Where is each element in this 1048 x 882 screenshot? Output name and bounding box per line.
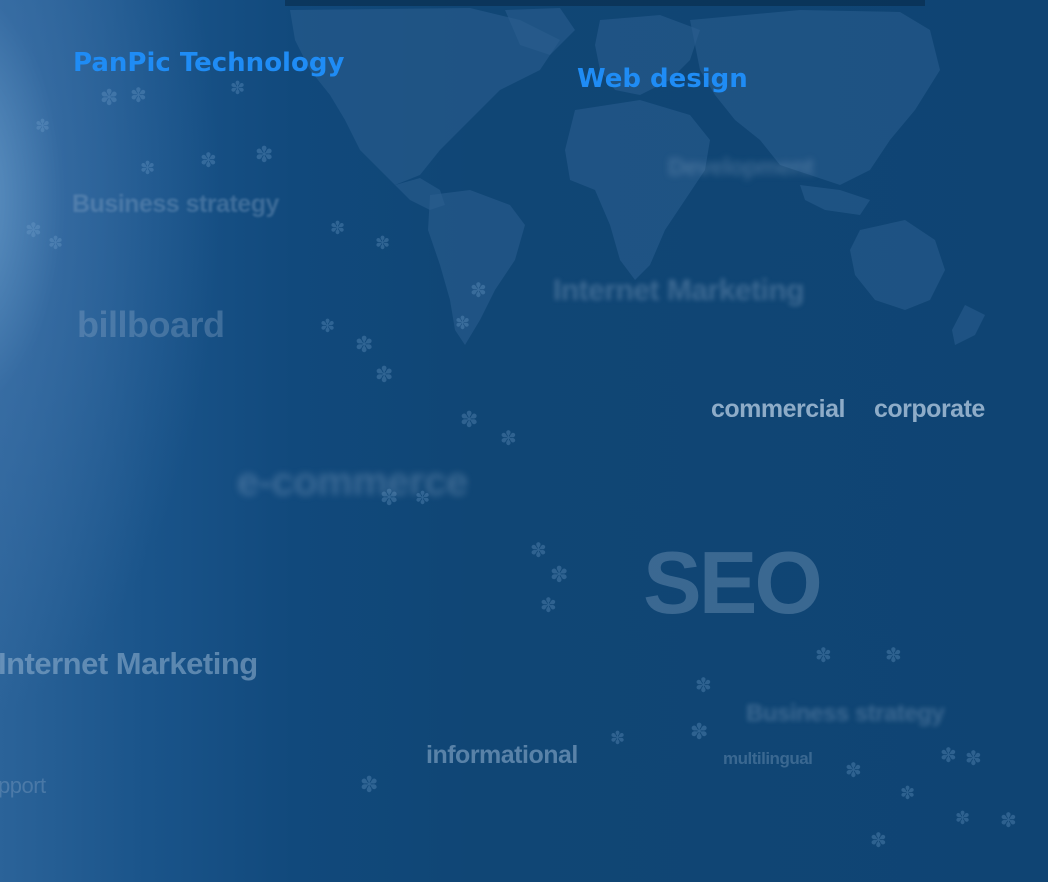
flower-icon: ✽ bbox=[375, 233, 391, 254]
flower-icon: ✽ bbox=[355, 333, 374, 358]
flower-icon: ✽ bbox=[200, 148, 217, 172]
keyword-internet-marketing-blurred: Internet Marketing bbox=[553, 274, 805, 307]
flower-icon: ✽ bbox=[965, 746, 982, 770]
flower-icon: ✽ bbox=[550, 563, 569, 588]
keyword-multilingual: multilingual bbox=[723, 749, 813, 768]
flower-icon: ✽ bbox=[100, 86, 119, 111]
flower-icon: ✽ bbox=[540, 593, 557, 617]
flower-icon: ✽ bbox=[870, 828, 887, 852]
flower-icon: ✽ bbox=[940, 743, 957, 767]
keyword-ecommerce-blurred: e-commerce bbox=[237, 460, 468, 504]
flower-icon: ✽ bbox=[25, 218, 42, 242]
flower-icon: ✽ bbox=[955, 808, 971, 829]
flower-icon: ✽ bbox=[375, 363, 394, 388]
flower-icon: ✽ bbox=[360, 773, 379, 798]
flower-icon: ✽ bbox=[255, 143, 274, 168]
keyword-informational: informational bbox=[426, 741, 578, 769]
web-design-link[interactable]: Web design bbox=[577, 64, 748, 94]
flower-icon: ✽ bbox=[48, 233, 64, 254]
flower-icon: ✽ bbox=[470, 278, 487, 302]
flower-icon: ✽ bbox=[610, 728, 626, 749]
flower-icon: ✽ bbox=[500, 426, 517, 450]
flower-icon: ✽ bbox=[695, 673, 712, 697]
australia-shape bbox=[850, 220, 945, 310]
keyword-support: pport bbox=[0, 773, 46, 798]
flower-icon: ✽ bbox=[885, 643, 902, 667]
hero-banner: ✽ ✽ ✽ ✽ ✽ ✽ ✽ ✽ ✽ ✽ ✽ ✽ ✽ ✽ ✽ ✽ ✽ ✽ ✽ ✽ … bbox=[0, 0, 1048, 882]
flower-icon: ✽ bbox=[230, 78, 246, 99]
keyword-internet-marketing: Internet Marketing bbox=[0, 646, 258, 681]
flower-icon: ✽ bbox=[1000, 808, 1017, 832]
southeast-asia-shape bbox=[800, 185, 870, 215]
flower-icon: ✽ bbox=[455, 313, 471, 334]
keyword-commercial: commercial bbox=[711, 395, 845, 423]
flower-icon: ✽ bbox=[690, 720, 709, 745]
flower-icon: ✽ bbox=[900, 783, 916, 804]
flower-icon: ✽ bbox=[815, 643, 832, 667]
flower-icon: ✽ bbox=[35, 116, 51, 137]
africa-shape bbox=[565, 100, 710, 280]
keyword-business-strategy-blurred: Business strategy bbox=[746, 700, 945, 727]
flower-icon: ✽ bbox=[530, 538, 547, 562]
keyword-billboard: billboard bbox=[77, 304, 225, 345]
flower-icon: ✽ bbox=[330, 218, 346, 239]
flower-icon: ✽ bbox=[845, 758, 862, 782]
brand-link[interactable]: PanPic Technology bbox=[73, 48, 344, 78]
new-zealand-shape bbox=[952, 305, 985, 345]
keyword-development: Development bbox=[668, 154, 814, 181]
flower-icon: ✽ bbox=[320, 316, 336, 337]
south-america-shape bbox=[428, 190, 525, 345]
keyword-seo: SEO bbox=[643, 533, 823, 632]
flower-icon: ✽ bbox=[130, 83, 147, 107]
flower-icon: ✽ bbox=[140, 158, 156, 179]
keyword-business-strategy: Business strategy bbox=[72, 190, 279, 218]
keyword-corporate: corporate bbox=[874, 395, 985, 423]
flower-icon: ✽ bbox=[460, 408, 479, 433]
